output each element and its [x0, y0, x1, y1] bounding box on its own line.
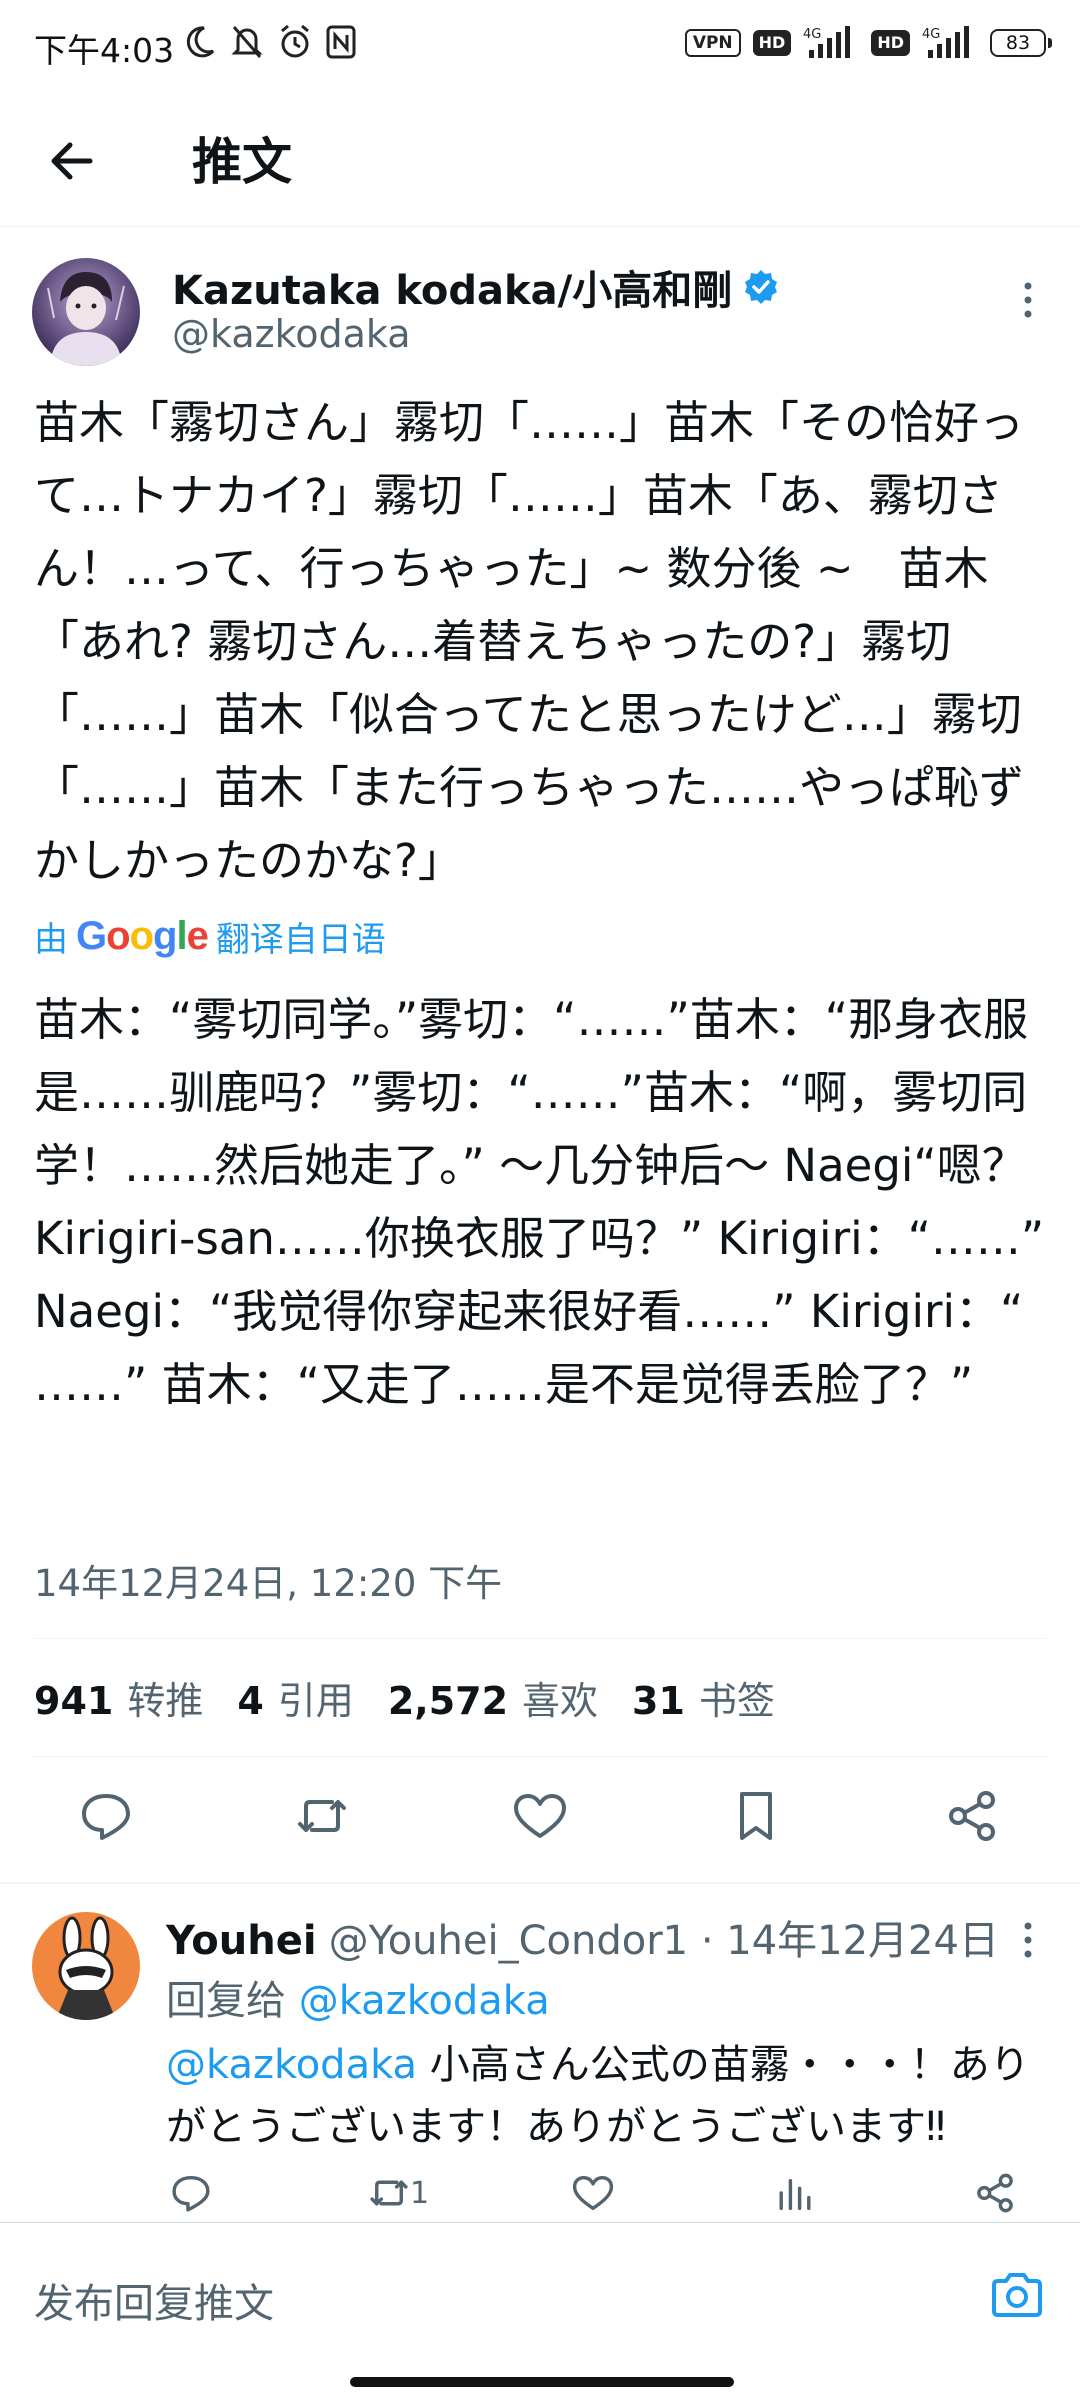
bookmark-icon — [740, 1792, 772, 1840]
reply-retweet-count: 1 — [410, 2176, 430, 2211]
reply-avatar[interactable] — [32, 1912, 140, 2020]
section-divider — [0, 1882, 1080, 1884]
more-icon — [1024, 282, 1032, 318]
moon-icon — [186, 26, 215, 58]
views-icon — [779, 2179, 811, 2211]
translated-from: 翻译自日语 — [215, 920, 386, 960]
back-button[interactable] — [40, 128, 106, 194]
stat-likes[interactable]: 2,572 喜欢 — [388, 1670, 598, 1725]
reply-button[interactable] — [76, 1786, 136, 1846]
muted-bell-icon — [231, 26, 263, 58]
stat-bookmarks[interactable]: 31 书签 — [632, 1670, 775, 1725]
like-icon — [572, 2175, 614, 2211]
back-arrow-icon — [51, 142, 93, 180]
reply-retweet-button[interactable] — [366, 2170, 412, 2216]
replying-to-link[interactable]: @kazkodaka — [299, 1978, 550, 2024]
hd-badge: HD — [752, 30, 792, 56]
like-icon — [514, 1794, 566, 1838]
top-bar: 推文 — [0, 92, 1080, 227]
svg-text:4G: 4G — [922, 27, 940, 42]
tweet-stats: 941 转推 4 引用 2,572 喜欢 31 书签 — [34, 1670, 775, 1725]
reply-icon — [172, 2175, 210, 2212]
signal-icon: 4G — [803, 26, 859, 60]
author-avatar[interactable] — [32, 258, 140, 366]
nfc-icon — [326, 25, 356, 59]
reply-like-button[interactable] — [570, 2170, 616, 2216]
reply-author-name[interactable]: Youhei — [166, 1918, 317, 1964]
retweet-icon — [298, 1800, 346, 1832]
home-indicator[interactable] — [350, 2377, 734, 2387]
translation-text: 苗木：“雾切同学。”雾切：“……”苗木：“那身衣服是……驯鹿吗？”雾切：“……”… — [34, 993, 1045, 1411]
alarm-icon — [281, 24, 309, 58]
replying-to: 回复给 @kazkodaka — [166, 1968, 550, 2026]
translated-by[interactable]: 由 Google 翻译自日语 — [34, 912, 386, 961]
retweet-icon — [370, 2180, 408, 2206]
reply-more-button[interactable] — [1008, 1910, 1048, 1970]
stat-quotes[interactable]: 4 引用 — [237, 1670, 353, 1725]
reply-header[interactable]: Youhei @Youhei_Condor1 · 14年12月24日 — [166, 1908, 999, 1966]
more-icon — [1024, 1922, 1032, 1958]
tweet-text: 苗木「霧切さん」霧切「……」苗木「その恰好って…トナカイ?」霧切「……」苗木「あ… — [34, 396, 1025, 887]
reply-input[interactable]: 发布回复推文 — [34, 2271, 274, 2329]
reply-mention[interactable]: @kazkodaka — [166, 2042, 417, 2088]
stat-retweets[interactable]: 941 转推 — [34, 1670, 203, 1725]
author-handle[interactable]: @kazkodaka — [172, 312, 411, 356]
reply-text: @kazkodaka 小高さん公式の苗霧・・・！ありがとうございます！ありがとう… — [166, 2034, 1046, 2158]
page-title: 推文 — [192, 133, 292, 191]
status-time: 下午4:03 — [34, 31, 175, 70]
bookmark-button[interactable] — [726, 1786, 786, 1846]
author-name-row[interactable]: Kazutaka kodaka/小高和剛 — [172, 258, 780, 316]
divider — [34, 1756, 1046, 1757]
reply-handle-date[interactable]: @Youhei_Condor1 · 14年12月24日 — [329, 1908, 999, 1966]
translated-by-prefix: 由 — [34, 920, 68, 960]
signal-icon-2: 4G — [922, 26, 978, 60]
share-button[interactable] — [942, 1786, 1002, 1846]
camera-button[interactable] — [988, 2267, 1046, 2325]
status-bar: 下午4:03 VPN HD 4G HD 4G 83 — [0, 0, 1080, 92]
camera-icon — [992, 2273, 1042, 2317]
google-logo: Google — [76, 914, 209, 958]
like-button[interactable] — [510, 1786, 570, 1846]
share-icon — [977, 2173, 1013, 2213]
divider — [34, 1638, 1046, 1639]
reply-icon — [82, 1794, 130, 1840]
vpn-badge: VPN — [684, 29, 741, 57]
share-icon — [949, 1791, 995, 1841]
status-right-icons: VPN HD 4G HD 4G 83 — [684, 26, 1052, 60]
svg-text:4G: 4G — [803, 27, 821, 42]
verified-badge-icon — [745, 270, 778, 304]
status-left-icons — [186, 24, 356, 60]
author-name[interactable]: Kazutaka kodaka/小高和剛 — [172, 258, 732, 316]
battery-level: 83 — [990, 29, 1046, 57]
reply-share-button[interactable] — [972, 2170, 1018, 2216]
reply-actions: 1 — [0, 2170, 1080, 2230]
retweet-button[interactable] — [292, 1786, 352, 1846]
reply-compose-bar: 发布回复推文 — [0, 2222, 1080, 2369]
replying-to-label: 回复给 — [166, 1978, 286, 2024]
reply-views-button[interactable] — [772, 2170, 818, 2216]
hd-badge-2: HD — [871, 30, 910, 56]
battery-icon: 83 — [990, 29, 1052, 57]
tweet-more-button[interactable] — [1008, 270, 1048, 330]
reply-reply-button[interactable] — [168, 2170, 214, 2216]
tweet-timestamp[interactable]: 14年12月24日, 12:20 下午 — [34, 1553, 502, 1607]
tweet-actions — [0, 1786, 1080, 1856]
